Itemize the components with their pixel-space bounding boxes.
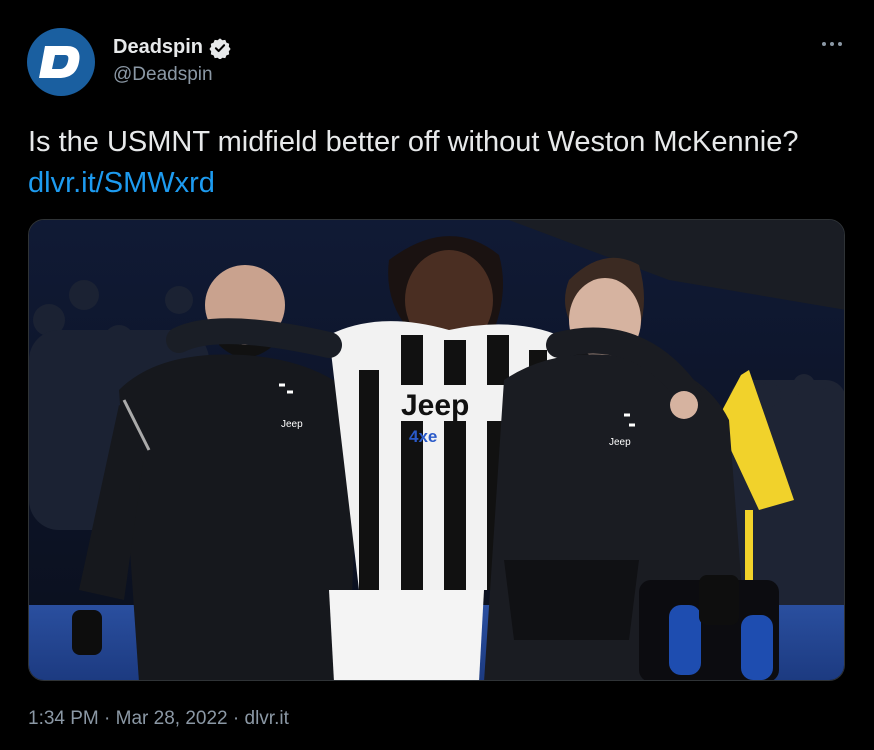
jersey-sponsor: Jeep xyxy=(401,389,469,422)
deadspin-logo-icon xyxy=(39,46,80,78)
more-options-icon[interactable] xyxy=(820,34,844,54)
tweet-source[interactable]: dlvr.it xyxy=(245,708,289,729)
tweet-link[interactable]: dlvr.it/SMWxrd xyxy=(28,167,215,199)
tweet-body: Is the USMNT midfield better off without… xyxy=(28,126,799,158)
avatar[interactable] xyxy=(27,28,95,96)
author-name[interactable]: Deadspin xyxy=(113,36,203,59)
tweet-text: Is the USMNT midfield better off without… xyxy=(28,122,828,204)
staff-right-badge: Jeep xyxy=(609,437,631,448)
jersey-sponsor-sub: 4xe xyxy=(409,427,437,446)
meta-separator: · xyxy=(98,708,116,729)
staff-left-badge: Jeep xyxy=(281,419,303,430)
tweet-meta: 1:34 PM · Mar 28, 2022 · dlvr.it xyxy=(28,708,289,730)
meta-separator: · xyxy=(227,708,245,729)
tweet-date[interactable]: Mar 28, 2022 xyxy=(116,708,228,729)
verified-badge-icon xyxy=(209,37,231,59)
tweet-photo[interactable]: Jeep Jeep 4xe Jeep xyxy=(28,219,845,681)
tweet-time[interactable]: 1:34 PM xyxy=(28,708,99,729)
author-name-row[interactable]: Deadspin xyxy=(113,36,231,59)
author-handle[interactable]: @Deadspin xyxy=(113,64,213,86)
